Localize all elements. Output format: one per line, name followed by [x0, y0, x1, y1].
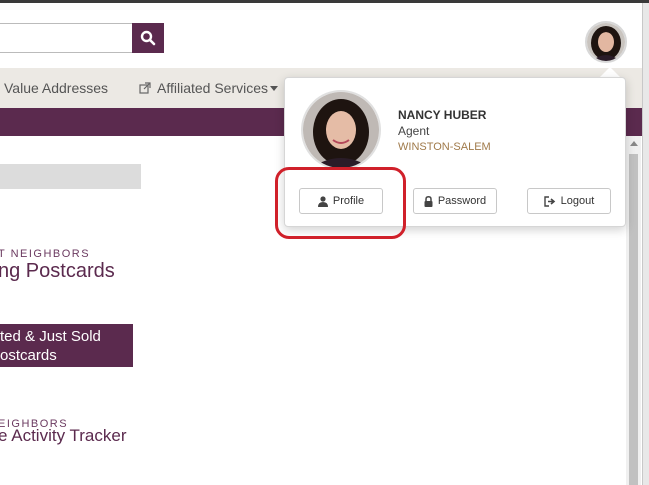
external-link-icon [139, 82, 151, 94]
scrollbar[interactable] [626, 136, 641, 485]
search-input[interactable] [0, 23, 132, 53]
avatar [303, 92, 379, 168]
section-header-box [0, 164, 141, 189]
search-icon [140, 30, 156, 46]
brand-title: ng Postcards [0, 260, 115, 282]
search-button[interactable] [132, 23, 164, 53]
header [0, 3, 649, 68]
nav-item-affiliated-services[interactable]: Affiliated Services [139, 80, 279, 96]
window-edge [642, 3, 649, 485]
nav-item-value-addresses[interactable]: Value Addresses [4, 80, 108, 96]
chevron-down-icon [270, 86, 279, 91]
promo-line-2: ostcards [0, 347, 57, 364]
user-location: WINSTON-SALEM [398, 141, 491, 153]
user-avatar-button[interactable] [585, 21, 627, 63]
scroll-up-arrow-icon[interactable] [630, 141, 638, 146]
profile-photo [301, 90, 381, 170]
avatar [587, 23, 625, 61]
scrollbar-thumb[interactable] [629, 154, 638, 485]
annotation-highlight-circle [275, 167, 406, 239]
promo-line-1: ted & Just Sold [0, 328, 101, 345]
promo-button[interactable]: ted & Just Sold ostcards [0, 324, 133, 367]
brand-subtitle: T NEIGHBORS [0, 248, 91, 260]
brand-title: e Activity Tracker [0, 426, 127, 445]
lock-icon [424, 195, 433, 207]
logout-button[interactable]: Logout [527, 188, 611, 214]
user-role: Agent [398, 124, 430, 138]
nav-item-label: Value Addresses [4, 80, 109, 96]
sign-out-icon [543, 195, 555, 207]
nav-item-label: Affiliated Services [157, 80, 269, 96]
dropdown-pointer [600, 67, 620, 77]
user-name: NANCY HUBER [398, 108, 487, 122]
password-button[interactable]: Password [413, 188, 497, 214]
password-button-label: Password [437, 195, 487, 207]
logout-button-label: Logout [560, 195, 595, 207]
